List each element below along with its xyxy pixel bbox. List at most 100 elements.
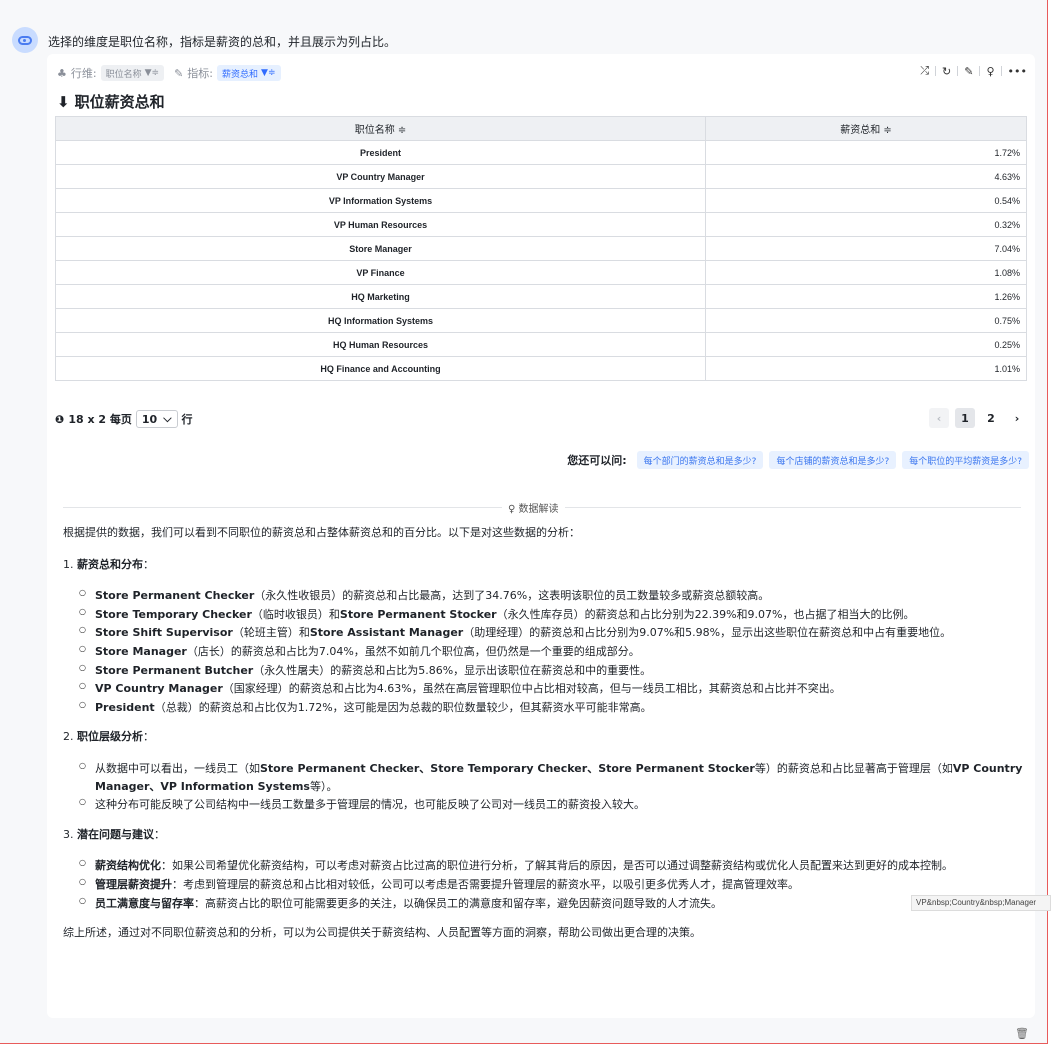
- table-row: VP Finance 1.08%: [55, 260, 1027, 285]
- table-title-text: 职位薪资总和: [74, 93, 165, 111]
- item-text: 从数据中可以看出，一线员工（如: [95, 761, 260, 775]
- separator: [979, 66, 981, 76]
- column-header-position[interactable]: 职位名称 ≑: [55, 116, 706, 141]
- bold-term: Store Permanent Butcher: [95, 663, 254, 677]
- cell-salary: 1.26%: [705, 284, 1027, 309]
- next-page-button[interactable]: ›: [1007, 408, 1027, 428]
- cell-salary: 0.32%: [705, 212, 1027, 237]
- edit-icon[interactable]: ✎: [964, 65, 973, 78]
- cell-position: VP Country Manager: [55, 164, 706, 189]
- separator: [957, 66, 959, 76]
- result-card: ♣ 行维: 职位名称 ▼≑ ✎ 指标: 薪资总和 ▼≑ ⤮ ↻ ✎ ♀ ••• ⬇ …: [47, 54, 1035, 1018]
- bold-term: Store Shift Supervisor: [95, 626, 233, 640]
- list-item: President（总裁）的薪资总和占比仅为1.72%，这可能是因为总裁的职位数…: [79, 699, 1023, 717]
- cell-position: Store Manager: [55, 236, 706, 261]
- table-row: VP Information Systems 0.54%: [55, 188, 1027, 213]
- prev-page-button[interactable]: ‹: [929, 408, 949, 428]
- bold-term: VP Country Manager: [95, 682, 223, 696]
- table-row: President 1.72%: [55, 140, 1027, 165]
- shuffle-icon[interactable]: ⤮: [920, 64, 929, 78]
- item-text: （轮班主管）和: [232, 626, 310, 640]
- table-row: VP Country Manager 4.63%: [55, 164, 1027, 189]
- analysis-conclusion: 综上所述，通过对不同职位薪资总和的分析，可以为公司提供关于薪资结构、人员配置等方…: [63, 926, 701, 940]
- column-header-salary[interactable]: 薪资总和 ≑: [705, 116, 1027, 141]
- separator: [1000, 66, 1002, 76]
- cell-position: VP Human Resources: [55, 212, 706, 237]
- item-text: （助理经理）的薪资总和占比分别为9.07%和5.98%，显示出这些职位在薪资总和…: [463, 626, 952, 640]
- section-number: 2.: [63, 730, 74, 744]
- info-icon: ❶: [55, 412, 65, 426]
- list-item: Store Permanent Checker（永久性收银员）的薪资总和占比最高…: [79, 587, 1023, 605]
- cell-position: VP Finance: [55, 260, 706, 285]
- list-item: 这种分布可能反映了公司结构中一线员工数量多于管理层的情况，也可能反映了公司对一线…: [79, 796, 1023, 814]
- row-count-text: 18 x 2 每页: [68, 413, 132, 426]
- item-text: （永久性库存员）的薪资总和占比分别为22.39%和9.07%，也占据了相当大的比…: [496, 607, 915, 621]
- page-1-button[interactable]: 1: [955, 408, 975, 428]
- item-text: 这种分布可能反映了公司结构中一线员工数量多于管理层的情况，也可能反映了公司对一线…: [95, 798, 645, 812]
- item-text: （总裁）的薪资总和占比仅为1.72%，这可能是因为总裁的职位数量较少，但其薪资水…: [154, 700, 652, 714]
- analysis-text: 根据提供的数据，我们可以看到不同职位的薪资总和占整体薪资总和的百分比。以下是对这…: [63, 524, 1023, 956]
- suggest-chip[interactable]: 每个店铺的薪资总和是多少?: [769, 451, 897, 469]
- filter-sort-icon[interactable]: ▼≑: [261, 68, 275, 78]
- bullet-list: Store Permanent Checker（永久性收银员）的薪资总和占比最高…: [79, 587, 1023, 716]
- dimension-tag[interactable]: 职位名称 ▼≑: [100, 65, 165, 81]
- dimension-label: 行维:: [70, 67, 97, 80]
- bold-term: Store Permanent Checker、Store Temporary …: [260, 761, 755, 775]
- table-row: VP Human Resources 0.32%: [55, 212, 1027, 237]
- bullet-list: 从数据中可以看出，一线员工（如Store Permanent Checker、S…: [79, 760, 1023, 814]
- bold-term: Store Permanent Stocker: [339, 607, 497, 621]
- item-text: （店长）的薪资总和占比为7.04%，虽然不如前几个职位高，但仍然是一个重要的组成…: [186, 644, 640, 658]
- metric-tag[interactable]: 薪资总和 ▼≑: [217, 65, 281, 81]
- cell-salary: 4.63%: [705, 164, 1027, 189]
- trash-icon[interactable]: 🗑: [1015, 1027, 1029, 1040]
- section-number: 3.: [63, 827, 74, 841]
- item-text: 等）的薪资总和占比显著高于管理层（如: [754, 761, 953, 775]
- page-2-button[interactable]: 2: [981, 408, 1001, 428]
- download-icon[interactable]: ⬇: [57, 93, 70, 111]
- page-size-unit: 行: [181, 413, 193, 426]
- list-item: Store Manager（店长）的薪资总和占比为7.04%，虽然不如前几个职位…: [79, 643, 1023, 661]
- pagination-summary: ❶ 18 x 2 每页 10 ⌵ 行: [55, 410, 193, 428]
- section-number: 1.: [63, 557, 74, 571]
- list-item: 从数据中可以看出，一线员工（如Store Permanent Checker、S…: [79, 760, 1023, 795]
- separator: [935, 66, 937, 76]
- item-text: ：如果公司希望优化薪资结构，可以考虑对薪资占比过高的职位进行分析，了解其背后的原…: [161, 859, 953, 873]
- lightbulb-icon[interactable]: ♀: [986, 65, 994, 78]
- table-row: HQ Human Resources 0.25%: [55, 332, 1027, 357]
- item-text: ：考虑到管理层的薪资总和占比相对较低，公司可以考虑是否需要提升管理层的薪资水平，…: [172, 877, 799, 891]
- section-heading: 2. 职位层级分析：: [63, 730, 154, 744]
- bold-term: Store Permanent Checker: [95, 589, 255, 603]
- metric-tag-text: 薪资总和: [222, 69, 259, 80]
- item-text: （临时收银员）和: [251, 607, 340, 621]
- analysis-intro: 根据提供的数据，我们可以看到不同职位的薪资总和占整体薪资总和的百分比。以下是对这…: [63, 526, 580, 539]
- page-size-value: 10: [141, 412, 158, 426]
- dimension-icon: ♣: [57, 66, 67, 80]
- more-icon[interactable]: •••: [1008, 65, 1027, 78]
- suggested-questions: 您还可以问: 每个部门的薪资总和是多少? 每个店铺的薪资总和是多少? 每个职位的…: [567, 451, 1029, 469]
- cell-salary: 1.72%: [705, 140, 1027, 165]
- refresh-icon[interactable]: ↻: [942, 65, 951, 78]
- bold-term: 管理层薪资提升: [95, 877, 172, 891]
- bot-icon: [18, 35, 32, 45]
- filter-sort-icon[interactable]: ▼≑: [145, 68, 159, 78]
- cell-salary: 0.75%: [705, 308, 1027, 333]
- suggest-chip[interactable]: 每个部门的薪资总和是多少?: [636, 451, 764, 469]
- bullet-list: 薪资结构优化：如果公司希望优化薪资结构，可以考虑对薪资占比过高的职位进行分析，了…: [79, 857, 1023, 912]
- cell-salary: 7.04%: [705, 236, 1027, 261]
- page-size-select[interactable]: 10 ⌵: [135, 410, 178, 428]
- item-text: （国家经理）的薪资总和占比为4.63%，虽然在高层管理职位中占比相对较高，但与一…: [222, 682, 841, 696]
- bold-term: President: [95, 700, 155, 714]
- cell-salary: 1.01%: [705, 356, 1027, 381]
- hover-tooltip: VP&nbsp;Country&nbsp;Manager: [911, 895, 1051, 911]
- suggest-chip[interactable]: 每个职位的平均薪资是多少?: [902, 451, 1029, 469]
- bold-term: Store Assistant Manager: [309, 626, 464, 640]
- section-heading: 1. 薪资总和分布：: [63, 557, 154, 571]
- cell-position: HQ Human Resources: [55, 332, 706, 357]
- card-actions: ⤮ ↻ ✎ ♀ •••: [920, 62, 1027, 80]
- cell-position: VP Information Systems: [55, 188, 706, 213]
- interpretation-heading: ♀ 数据解读: [502, 500, 565, 515]
- list-item: Store Shift Supervisor（轮班主管）和Store Assis…: [79, 624, 1023, 642]
- dimension-tag-text: 职位名称: [105, 69, 142, 80]
- list-item: 员工满意度与留存率：高薪资占比的职位可能需要更多的关注，以确保员工的满意度和留存…: [79, 895, 1023, 913]
- bold-term: 员工满意度与留存率: [95, 896, 194, 910]
